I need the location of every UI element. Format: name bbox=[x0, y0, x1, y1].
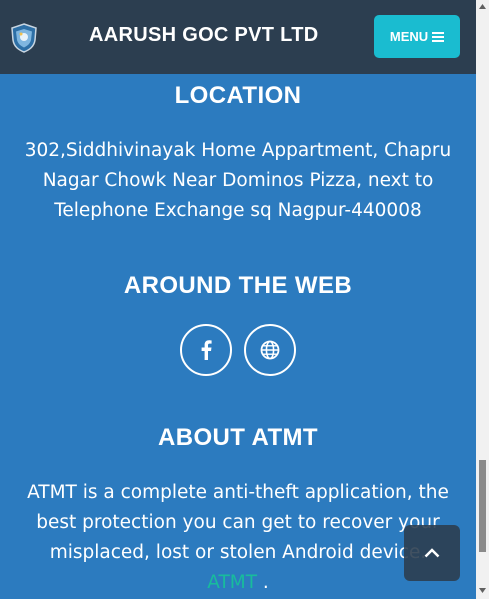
hamburger-icon bbox=[432, 32, 445, 42]
chevron-up-icon bbox=[424, 548, 440, 558]
website-link[interactable] bbox=[244, 324, 296, 376]
about-description: ATMT is a complete anti-theft applicatio… bbox=[22, 478, 454, 598]
facebook-link[interactable] bbox=[180, 324, 232, 376]
shield-logo-icon[interactable] bbox=[10, 23, 38, 53]
social-links bbox=[0, 324, 476, 376]
brand-title[interactable]: AARUSH GOC PVT LTD bbox=[89, 24, 318, 47]
menu-button-label: MENU bbox=[389, 29, 429, 44]
location-address: 302,Siddhivinayak Home Appartment, Chapr… bbox=[24, 140, 452, 221]
scrollbar-thumb[interactable] bbox=[479, 460, 486, 552]
about-text: ATMT is a complete anti-theft applicatio… bbox=[27, 482, 449, 563]
scroll-down-arrow-icon[interactable] bbox=[478, 586, 487, 595]
facebook-icon bbox=[201, 340, 212, 360]
around-the-web-heading: AROUND THE WEB bbox=[123, 272, 353, 299]
atmt-link[interactable]: ATMT bbox=[207, 572, 257, 593]
location-heading: LOCATION bbox=[174, 82, 302, 109]
about-link-suffix: . bbox=[257, 572, 269, 593]
menu-button[interactable]: MENU bbox=[374, 15, 460, 58]
globe-icon bbox=[260, 340, 280, 360]
navbar: AARUSH GOC PVT LTD MENU bbox=[0, 0, 476, 74]
page-scrollbar[interactable] bbox=[476, 0, 489, 599]
scroll-to-top-button[interactable] bbox=[404, 525, 460, 581]
about-heading: ABOUT ATMT bbox=[158, 424, 318, 451]
scroll-up-arrow-icon[interactable] bbox=[478, 2, 487, 11]
